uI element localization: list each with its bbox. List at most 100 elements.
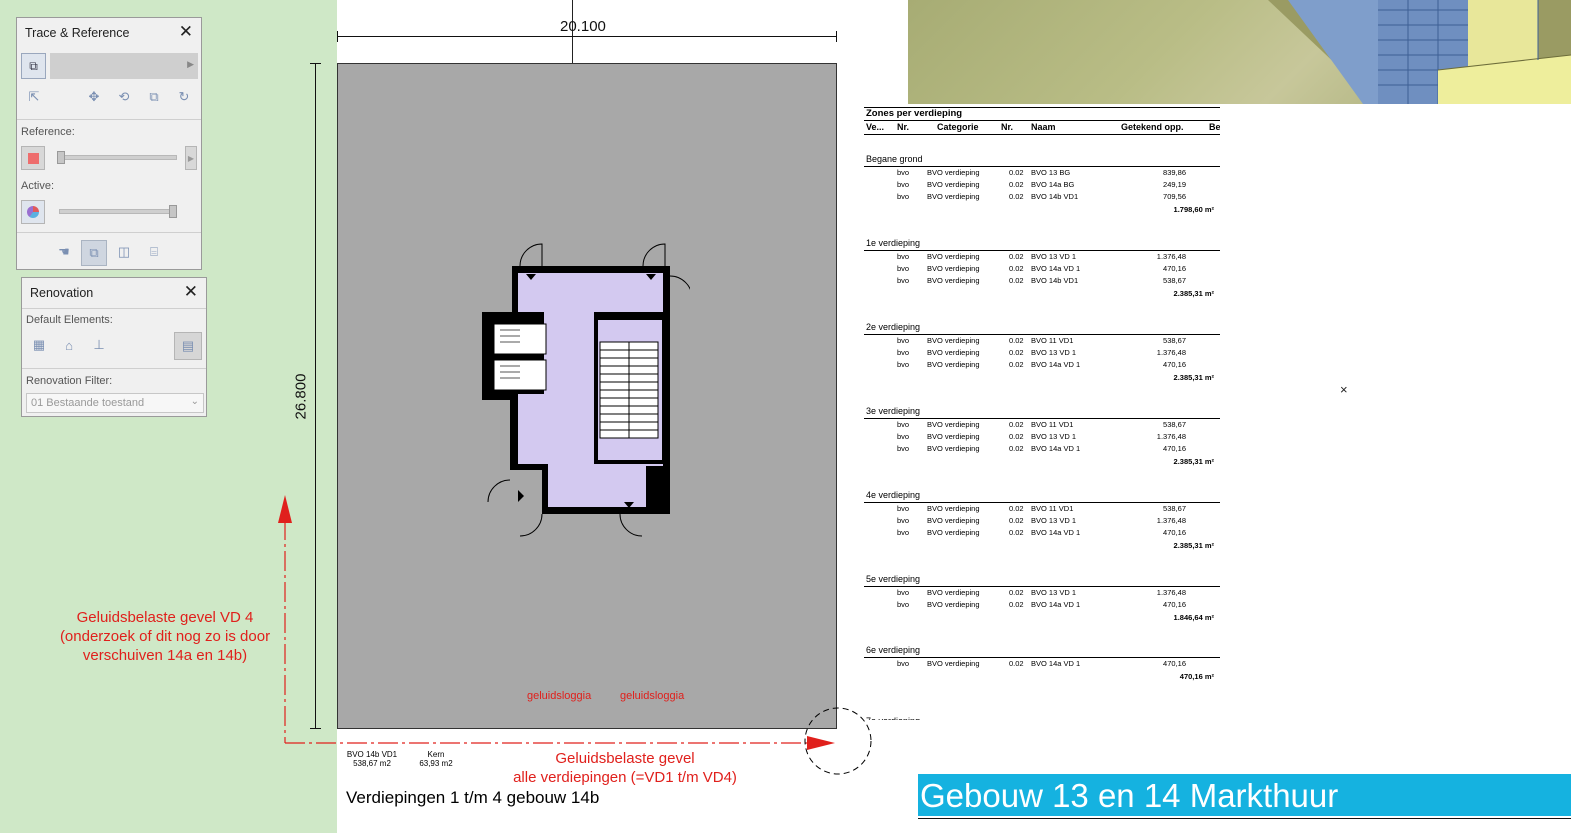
- table-cell[interactable]: 1.376,48: [1112, 516, 1186, 525]
- table-cell[interactable]: 0.02: [1009, 588, 1024, 597]
- table-cell[interactable]: BVO 13 VD 1: [1031, 252, 1076, 261]
- table-cell[interactable]: BVO 11 VD1: [1031, 504, 1073, 513]
- table-cell[interactable]: 1.376,48: [1112, 432, 1186, 441]
- table-cell[interactable]: 470,16: [1112, 528, 1186, 537]
- settings-view-icon[interactable]: ⌸: [143, 241, 165, 263]
- table-cell[interactable]: 0.02: [1009, 360, 1024, 369]
- table-cell[interactable]: BVO verdieping: [927, 276, 980, 285]
- active-opacity-slider[interactable]: [59, 209, 177, 214]
- table-cell[interactable]: 0.02: [1009, 432, 1024, 441]
- table-cell[interactable]: bvo: [897, 252, 909, 261]
- table-cell[interactable]: bvo: [897, 432, 909, 441]
- table-cell[interactable]: BVO 13 VD 1: [1031, 588, 1076, 597]
- table-cell[interactable]: 0.02: [1009, 420, 1024, 429]
- table-cell[interactable]: 0.02: [1009, 252, 1024, 261]
- table-cell[interactable]: 0.02: [1009, 516, 1024, 525]
- table-cell[interactable]: bvo: [897, 600, 909, 609]
- 3d-view-render[interactable]: [908, 0, 1571, 104]
- table-cell[interactable]: bvo: [897, 516, 909, 525]
- table-cell[interactable]: 470,16: [1112, 600, 1186, 609]
- table-cell[interactable]: BVO 13 VD 1: [1031, 348, 1076, 357]
- table-cell[interactable]: BVO 14b VD1: [1031, 276, 1078, 285]
- table-cell[interactable]: 1.376,48: [1112, 252, 1186, 261]
- table-cell[interactable]: bvo: [897, 444, 909, 453]
- table-cell[interactable]: 0.02: [1009, 276, 1024, 285]
- close-icon[interactable]: ✕: [179, 22, 193, 42]
- table-cell[interactable]: BVO verdieping: [927, 600, 980, 609]
- slider-thumb[interactable]: [169, 205, 177, 218]
- table-cell[interactable]: 0.02: [1009, 600, 1024, 609]
- table-cell[interactable]: BVO 14a BG: [1031, 180, 1074, 189]
- table-cell[interactable]: BVO 14a VD 1: [1031, 600, 1080, 609]
- table-cell[interactable]: 470,16: [1112, 659, 1186, 668]
- table-cell[interactable]: BVO verdieping: [927, 504, 980, 513]
- table-cell[interactable]: bvo: [897, 659, 909, 668]
- table-cell[interactable]: BVO verdieping: [927, 432, 980, 441]
- column-header[interactable]: Categorie: [937, 122, 979, 132]
- trace-toggle-button[interactable]: ⧉: [21, 53, 46, 79]
- table-cell[interactable]: BVO 14a VD 1: [1031, 360, 1080, 369]
- table-cell[interactable]: bvo: [897, 528, 909, 537]
- table-cell[interactable]: BVO 13 VD 1: [1031, 432, 1076, 441]
- table-cell[interactable]: BVO verdieping: [927, 348, 980, 357]
- table-cell[interactable]: 538,67: [1112, 336, 1186, 345]
- mirror-reference-icon[interactable]: ⧉: [143, 86, 165, 108]
- slider-thumb[interactable]: [57, 151, 65, 164]
- table-cell[interactable]: BVO verdieping: [927, 360, 980, 369]
- move-reference-icon[interactable]: ⇱: [23, 86, 45, 108]
- compare-overlay-icon[interactable]: ⧉: [81, 240, 107, 266]
- table-cell[interactable]: BVO 14a VD 1: [1031, 264, 1080, 273]
- table-cell[interactable]: BVO verdieping: [927, 192, 980, 201]
- table-cell[interactable]: 0.02: [1009, 504, 1024, 513]
- table-cell[interactable]: BVO verdieping: [927, 336, 980, 345]
- table-cell[interactable]: BVO verdieping: [927, 444, 980, 453]
- table-cell[interactable]: bvo: [897, 192, 909, 201]
- split-view-icon[interactable]: ◫: [113, 241, 135, 263]
- column-header[interactable]: Ve...: [866, 122, 884, 132]
- reference-source-dropdown[interactable]: ▶: [50, 53, 198, 79]
- table-cell[interactable]: 0.02: [1009, 336, 1024, 345]
- column-header[interactable]: Nr.: [1001, 122, 1013, 132]
- column-header[interactable]: Nr.: [897, 122, 909, 132]
- table-cell[interactable]: BVO verdieping: [927, 168, 980, 177]
- table-cell[interactable]: 538,67: [1112, 504, 1186, 513]
- table-cell[interactable]: BVO 11 VD1: [1031, 336, 1073, 345]
- table-cell[interactable]: BVO verdieping: [927, 264, 980, 273]
- reset-reference-icon[interactable]: ↻: [173, 86, 195, 108]
- chevron-right-icon[interactable]: ▶: [185, 146, 197, 170]
- reference-color-swatch[interactable]: [21, 146, 45, 170]
- table-cell[interactable]: 709,56: [1112, 192, 1186, 201]
- table-cell[interactable]: 538,67: [1112, 420, 1186, 429]
- table-cell[interactable]: BVO 13 BG: [1031, 168, 1070, 177]
- table-cell[interactable]: BVO 14a VD 1: [1031, 444, 1080, 453]
- hand-icon[interactable]: ☚: [53, 241, 75, 263]
- table-cell[interactable]: 470,16: [1112, 360, 1186, 369]
- table-cell[interactable]: BVO 14a VD 1: [1031, 528, 1080, 537]
- table-cell[interactable]: BVO 13 VD 1: [1031, 516, 1076, 525]
- table-cell[interactable]: 470,16: [1112, 444, 1186, 453]
- new-element-icon[interactable]: ⊥: [88, 334, 110, 356]
- table-cell[interactable]: BVO verdieping: [927, 180, 980, 189]
- table-cell[interactable]: bvo: [897, 348, 909, 357]
- table-cell[interactable]: bvo: [897, 588, 909, 597]
- demolish-icon[interactable]: ⌂: [58, 334, 80, 356]
- folder-icon[interactable]: ▤: [174, 332, 202, 360]
- offset-reference-icon[interactable]: ✥: [83, 86, 105, 108]
- table-cell[interactable]: 538,67: [1112, 276, 1186, 285]
- renovation-palette[interactable]: Renovation ✕ Default Elements: ▦ ⌂ ⊥ ▤ R…: [21, 277, 207, 417]
- table-cell[interactable]: 1.376,48: [1112, 348, 1186, 357]
- table-cell[interactable]: BVO verdieping: [927, 420, 980, 429]
- renovation-filter-select[interactable]: 01 Bestaande toestand ⌄: [26, 393, 204, 413]
- table-cell[interactable]: bvo: [897, 336, 909, 345]
- table-cell[interactable]: BVO verdieping: [927, 659, 980, 668]
- rotate-reference-icon[interactable]: ⟲: [113, 86, 135, 108]
- table-cell[interactable]: BVO 14a VD 1: [1031, 659, 1080, 668]
- table-cell[interactable]: BVO verdieping: [927, 516, 980, 525]
- table-cell[interactable]: 470,16: [1112, 264, 1186, 273]
- table-cell[interactable]: BVO 11 VD1: [1031, 420, 1073, 429]
- table-cell[interactable]: 0.02: [1009, 659, 1024, 668]
- table-cell[interactable]: bvo: [897, 180, 909, 189]
- column-header[interactable]: Be: [1209, 122, 1220, 132]
- table-cell[interactable]: 839,86: [1112, 168, 1186, 177]
- column-header[interactable]: Naam: [1031, 122, 1056, 132]
